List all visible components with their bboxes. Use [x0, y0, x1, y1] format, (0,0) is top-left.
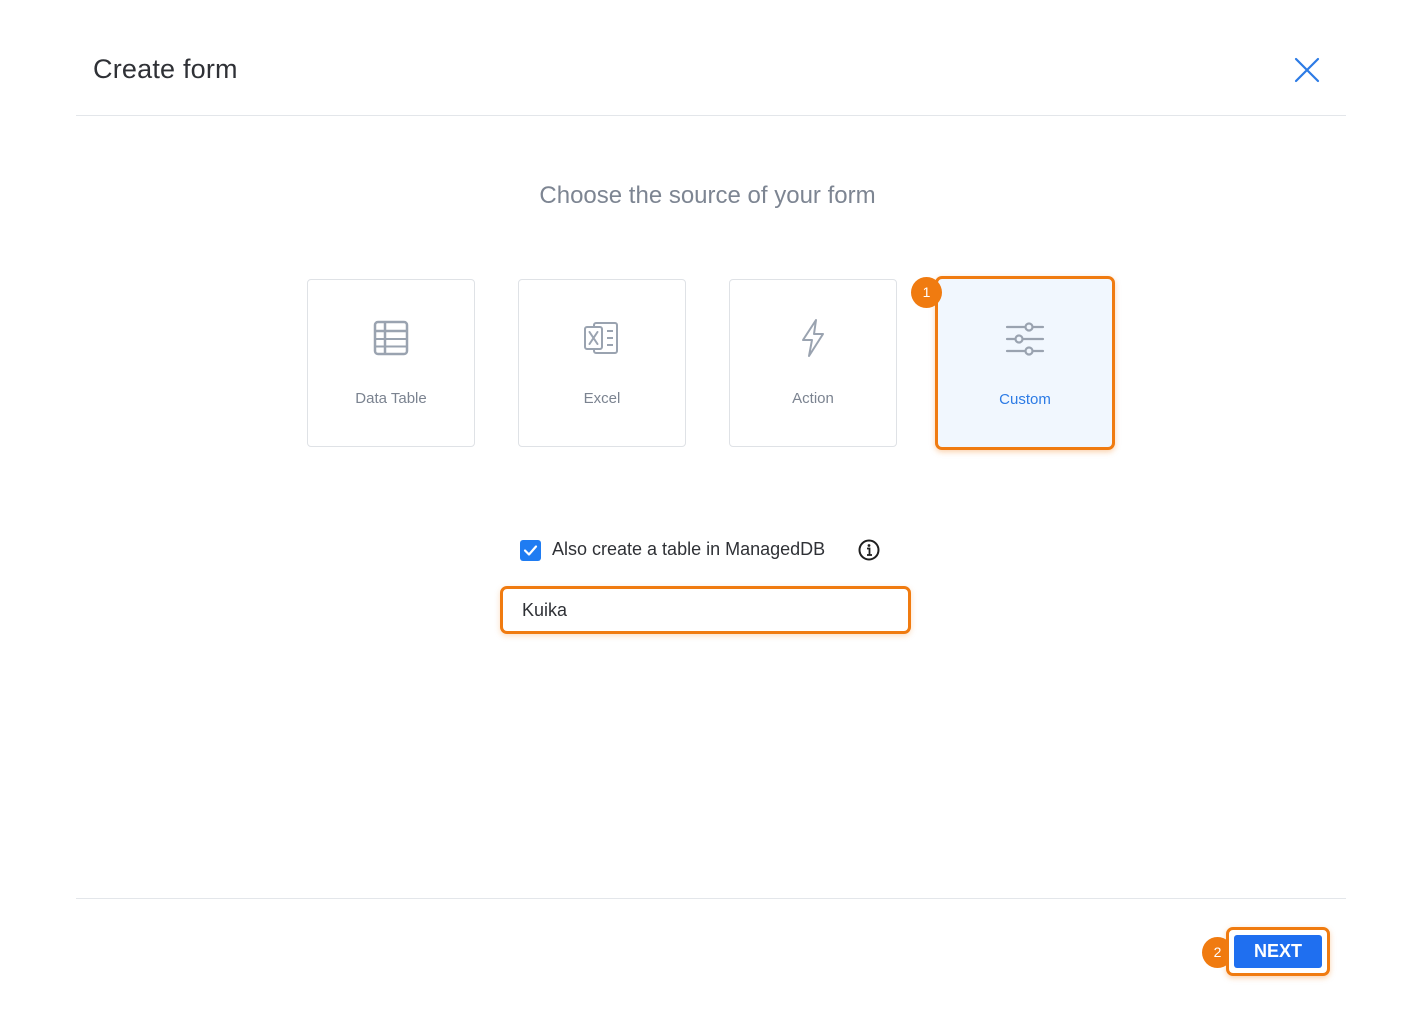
source-card-label: Action — [792, 390, 834, 407]
info-button[interactable] — [858, 539, 880, 561]
source-card-label: Custom — [999, 391, 1051, 408]
info-icon — [858, 539, 880, 561]
checkmark-icon — [523, 545, 538, 556]
source-card-label: Data Table — [355, 390, 427, 407]
source-card-data-table[interactable]: Data Table — [307, 279, 475, 447]
source-card-label: Excel — [583, 390, 621, 407]
dialog-title: Create form — [93, 54, 238, 84]
sliders-icon — [1005, 322, 1045, 356]
create-table-checkbox[interactable] — [520, 540, 541, 561]
source-card-custom[interactable]: Custom — [935, 276, 1115, 450]
section-subtitle: Choose the source of your form — [539, 182, 876, 209]
footer-divider — [76, 898, 1346, 899]
next-button[interactable]: NEXT — [1234, 935, 1322, 968]
close-button[interactable] — [1292, 55, 1322, 85]
header-divider — [76, 115, 1346, 116]
source-card-excel[interactable]: Excel — [518, 279, 686, 447]
excel-icon — [584, 322, 618, 354]
close-icon — [1294, 57, 1320, 83]
lightning-icon — [802, 319, 824, 357]
step-badge: 1 — [911, 277, 942, 308]
create-table-label: Also create a table in ManagedDB — [552, 539, 826, 559]
source-card-action[interactable]: Action — [729, 279, 897, 447]
table-icon — [373, 320, 409, 356]
next-button-highlight: NEXT — [1226, 927, 1330, 976]
table-name-input[interactable] — [500, 586, 911, 634]
